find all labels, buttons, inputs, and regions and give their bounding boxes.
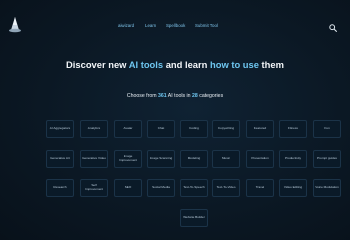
category-card[interactable]: Website Builder — [180, 209, 208, 227]
category-card[interactable]: Modeling — [180, 150, 208, 168]
hero-headline: Discover new AI tools and learn how to u… — [0, 59, 350, 70]
category-card[interactable]: Social Media — [147, 179, 175, 197]
category-card[interactable]: Self Improvement — [80, 179, 108, 197]
headline-highlight-ai-tools: AI tools — [128, 59, 164, 70]
category-card[interactable]: Coding — [180, 120, 208, 138]
category-card[interactable]: Image Improvement — [114, 150, 142, 168]
category-card[interactable]: Fitness — [279, 120, 307, 138]
category-card[interactable]: Travel — [246, 179, 274, 197]
category-card[interactable]: Video Editing — [279, 179, 307, 197]
category-card[interactable]: AI Aggregators — [46, 120, 74, 138]
nav-link-spellbook[interactable]: Spellbook — [166, 23, 185, 28]
nav-link-submit-tool[interactable]: Submit Tool — [195, 23, 218, 28]
top-nav: aiwizard Learn Spellbook Submit Tool — [0, 23, 350, 33]
category-card[interactable]: SEO — [114, 179, 142, 197]
category-card[interactable]: Fun — [313, 120, 341, 138]
category-card[interactable]: Prompt guides — [313, 150, 341, 168]
search-icon[interactable] — [329, 24, 337, 32]
category-card[interactable]: Presentation — [246, 150, 274, 168]
category-card[interactable]: Generative Art — [46, 150, 74, 168]
tool-count: 361 — [157, 93, 167, 99]
category-card[interactable]: Chat — [147, 120, 175, 138]
category-card[interactable]: Copywriting — [212, 120, 240, 138]
headline-text-2: and learn — [163, 59, 210, 70]
subline-text-3: categories — [197, 93, 224, 99]
headline-text-1: Discover new — [66, 59, 129, 70]
subline-text-1: Choose from — [126, 93, 158, 99]
headline-highlight-how-to-use: how to use — [209, 59, 259, 70]
category-card[interactable]: Featured — [246, 120, 274, 138]
hero-subline: Choose from 361 AI tools in 28 categorie… — [0, 93, 350, 99]
category-card[interactable]: Analytics — [80, 120, 108, 138]
category-card[interactable]: Generative Video — [80, 150, 108, 168]
category-card[interactable]: Research — [46, 179, 74, 197]
category-card[interactable]: Productivity — [279, 150, 307, 168]
page: aiwizard Learn Spellbook Submit Tool Dis… — [0, 0, 350, 240]
category-card[interactable]: Music — [212, 150, 240, 168]
headline-text-3: them — [258, 59, 284, 70]
category-card[interactable]: Text-To-Video — [212, 179, 240, 197]
subline-text-2: AI tools in — [166, 93, 192, 99]
category-card[interactable]: Avatar — [114, 120, 142, 138]
category-card[interactable]: Voice Modulation — [313, 179, 341, 197]
category-card[interactable]: Image Scanning — [147, 150, 175, 168]
nav-link-home[interactable]: aiwizard — [118, 23, 134, 28]
nav-link-learn[interactable]: Learn — [145, 23, 156, 28]
category-card[interactable]: Text-To-Speech — [180, 179, 208, 197]
